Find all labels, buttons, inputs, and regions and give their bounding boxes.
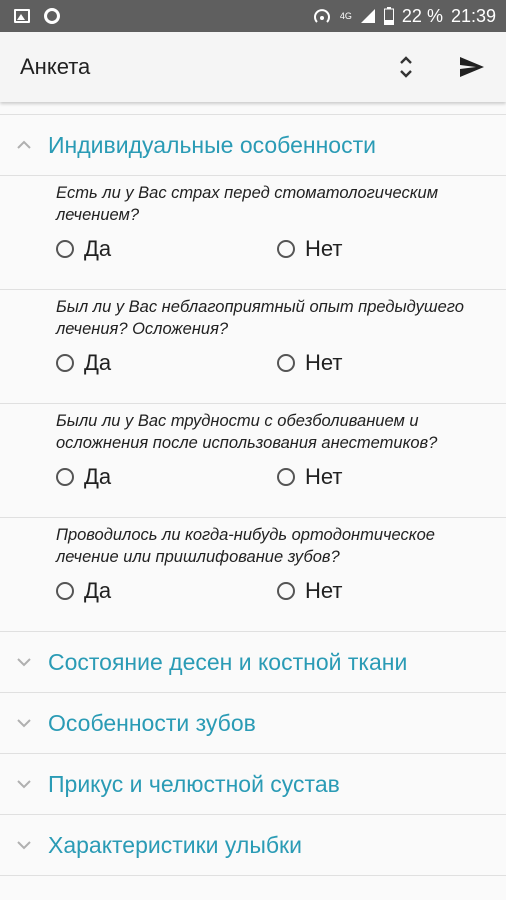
radio-unchecked-icon[interactable] <box>56 354 74 372</box>
radio-unchecked-icon[interactable] <box>277 354 295 372</box>
radio-unchecked-icon[interactable] <box>277 582 295 600</box>
page-title: Анкета <box>20 54 91 79</box>
expand-collapse-icon <box>400 56 412 78</box>
send-icon <box>460 57 484 77</box>
group-title: Индивидуальные особенности <box>48 131 376 158</box>
answer-no[interactable]: Нет <box>277 350 498 376</box>
question-item: Есть ли у Вас страх перед стоматологичес… <box>0 176 506 290</box>
network-type: 4G <box>339 11 352 21</box>
radio-unchecked-icon[interactable] <box>56 240 74 258</box>
group-header-teeth[interactable]: Особенности зубов <box>0 693 506 754</box>
circle-notification-icon <box>44 8 60 24</box>
question-text: Был ли у Вас неблагоприятный опыт предыд… <box>56 298 464 338</box>
chevron-down-icon <box>0 840 48 850</box>
answer-label: Да <box>84 578 112 603</box>
status-bar: 4G 22 % 21:39 <box>0 0 506 32</box>
answer-label: Нет <box>305 350 343 375</box>
battery-level: 22 % <box>401 5 443 26</box>
group-header-gums[interactable]: Состояние десен и костной ткани <box>0 632 506 693</box>
sort-button[interactable] <box>388 49 424 85</box>
question-text: Проводилось ли когда-нибудь ортодонтичес… <box>56 526 435 566</box>
group-header-bite[interactable]: Прикус и челюстной сустав <box>0 754 506 815</box>
chevron-down-icon <box>0 779 48 789</box>
battery-icon <box>383 7 394 25</box>
answer-yes[interactable]: Да <box>56 578 277 604</box>
question-text: Есть ли у Вас страх перед стоматологичес… <box>56 184 439 224</box>
app-bar: Анкета <box>0 32 506 102</box>
answer-label: Нет <box>305 464 343 489</box>
answer-no[interactable]: Нет <box>277 236 498 262</box>
group-title: Характеристики улыбки <box>48 831 302 858</box>
hotspot-icon <box>313 9 330 23</box>
answer-label: Да <box>84 350 112 375</box>
answer-label: Нет <box>305 578 343 603</box>
image-notification-icon <box>14 9 30 23</box>
question-text: Были ли у Вас трудности с обезболиванием… <box>56 412 438 452</box>
group-title: Особенности зубов <box>48 709 256 736</box>
answer-label: Да <box>84 464 112 489</box>
clock: 21:39 <box>450 5 496 26</box>
question-item: Были ли у Вас трудности с обезболиванием… <box>0 404 506 518</box>
group-header-smile[interactable]: Характеристики улыбки <box>0 815 506 876</box>
answer-yes[interactable]: Да <box>56 464 277 490</box>
radio-unchecked-icon[interactable] <box>277 240 295 258</box>
chevron-down-icon <box>0 718 48 728</box>
group-title: Прикус и челюстной сустав <box>48 770 340 797</box>
chevron-up-icon <box>0 140 48 150</box>
answer-yes[interactable]: Да <box>56 350 277 376</box>
signal-icon <box>360 9 375 23</box>
answer-no[interactable]: Нет <box>277 578 498 604</box>
radio-unchecked-icon[interactable] <box>277 468 295 486</box>
radio-unchecked-icon[interactable] <box>56 582 74 600</box>
answer-label: Да <box>84 236 112 261</box>
radio-unchecked-icon[interactable] <box>56 468 74 486</box>
group-title: Состояние десен и костной ткани <box>48 648 408 675</box>
answer-yes[interactable]: Да <box>56 236 277 262</box>
answer-no[interactable]: Нет <box>277 464 498 490</box>
group-header-individual[interactable]: Индивидуальные особенности <box>0 115 506 176</box>
list-divider <box>0 102 506 115</box>
send-button[interactable] <box>454 49 490 85</box>
questionnaire-list[interactable]: Индивидуальные особенности Есть ли у Вас… <box>0 102 506 900</box>
chevron-down-icon <box>0 657 48 667</box>
question-item: Проводилось ли когда-нибудь ортодонтичес… <box>0 518 506 632</box>
answer-label: Нет <box>305 236 343 261</box>
question-item: Был ли у Вас неблагоприятный опыт предыд… <box>0 290 506 404</box>
